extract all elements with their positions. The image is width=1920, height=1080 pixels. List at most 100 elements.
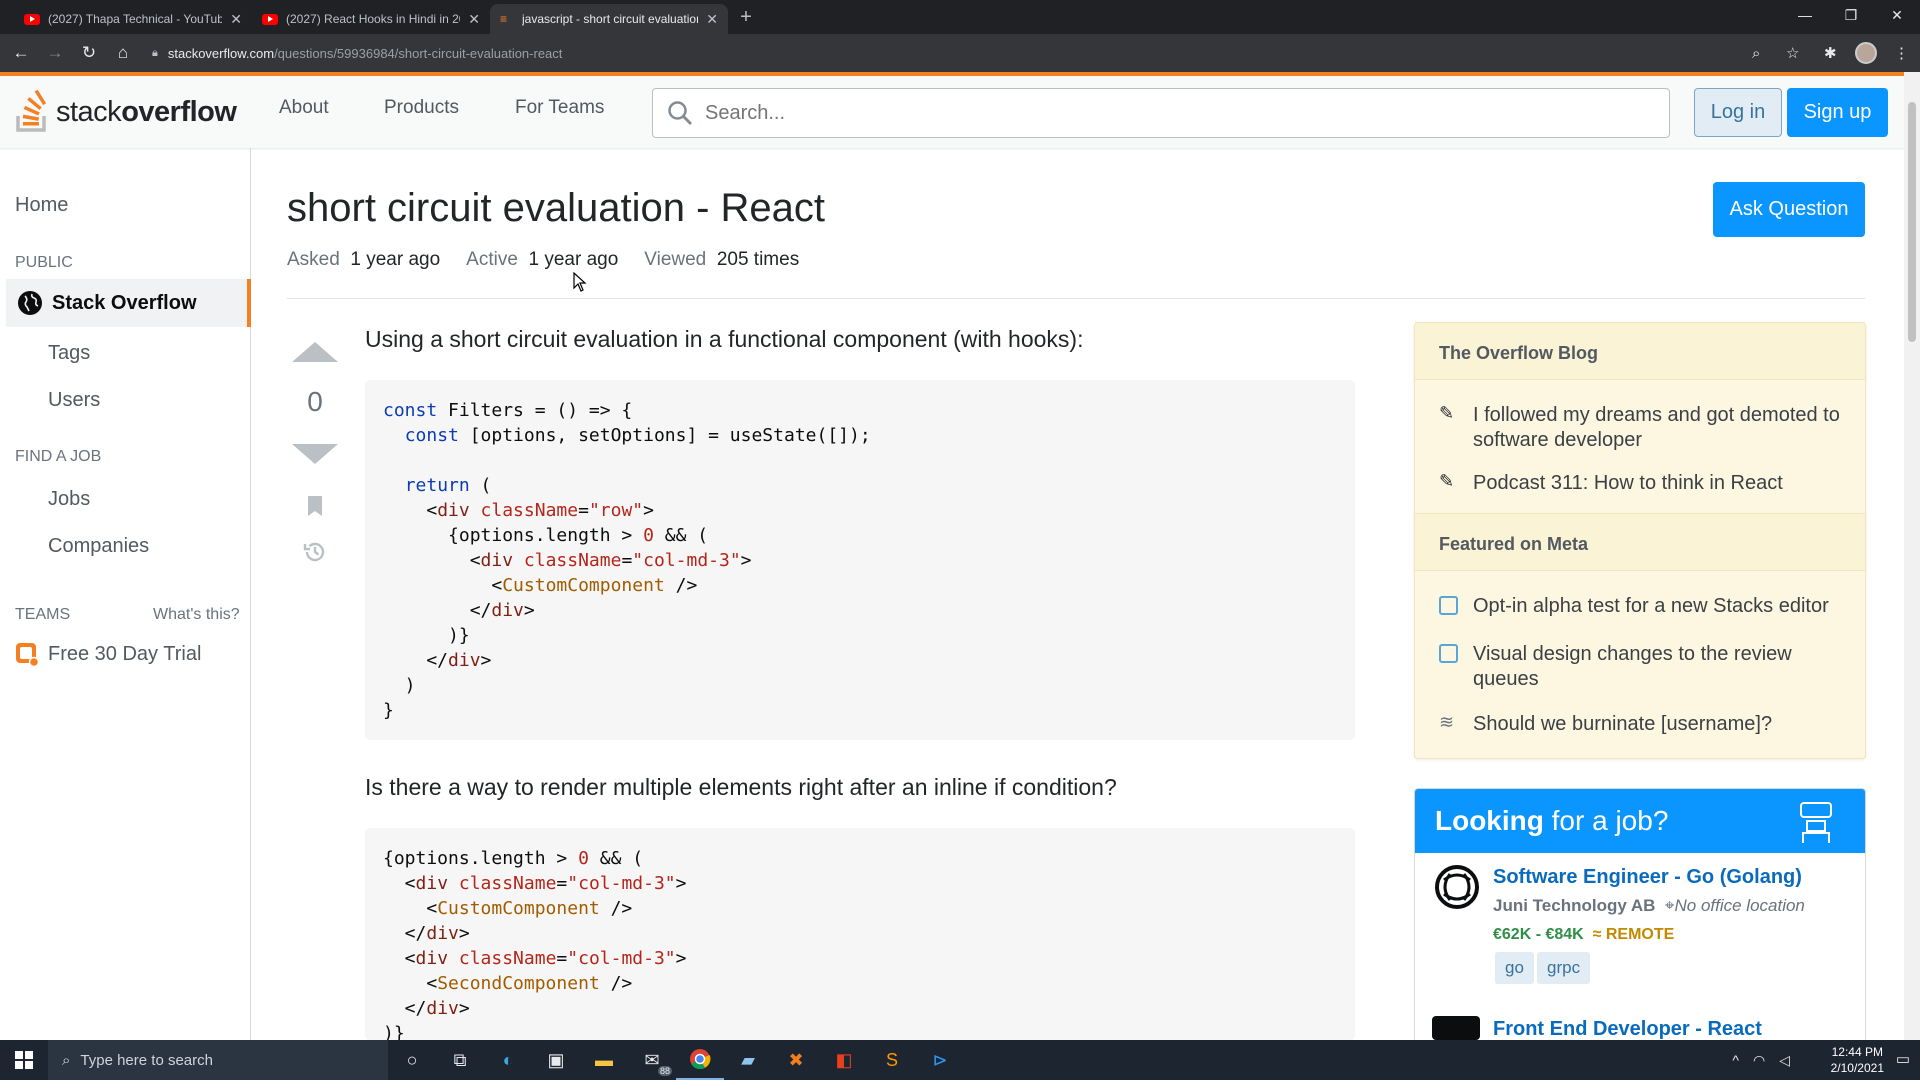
- bookmark-star-icon[interactable]: ☆: [1786, 34, 1799, 72]
- company-logo: [1432, 1016, 1480, 1040]
- windows-taskbar: ⌕ Type here to search ○ ⧉ ◐ ▣ ▬ ✉ 88 ▰ ✖ …: [0, 1040, 1920, 1080]
- history-icon[interactable]: [303, 540, 327, 564]
- blog-item[interactable]: I followed my dreams and got demoted to …: [1473, 403, 1843, 453]
- job-tag-go[interactable]: go: [1495, 952, 1534, 984]
- office-icon[interactable]: ◧: [820, 1040, 868, 1080]
- search-box[interactable]: [652, 88, 1670, 138]
- jobs-widget: Looking for a job?: [1414, 788, 1866, 1048]
- home-icon[interactable]: ⌂: [106, 43, 140, 63]
- browser-tab-3[interactable]: ≡ javascript - short circuit evaluation …: [490, 4, 728, 34]
- edge-icon[interactable]: ◐: [484, 1040, 532, 1080]
- browser-menu-icon[interactable]: ⋮: [1894, 34, 1909, 72]
- nav-products[interactable]: Products: [384, 97, 459, 119]
- browser-tab-2[interactable]: (2027) React Hooks in Hindi in 2021 ✕: [252, 4, 490, 34]
- lock-icon: 🔒︎: [152, 46, 158, 59]
- sublime-icon[interactable]: S: [868, 1040, 916, 1080]
- sidebar-item-home[interactable]: Home: [15, 194, 68, 217]
- notifications-icon[interactable]: ▭: [1896, 1050, 1910, 1068]
- notepad-icon[interactable]: ▰: [724, 1040, 772, 1080]
- restore-icon[interactable]: ❐: [1828, 0, 1874, 30]
- signup-button[interactable]: Sign up: [1787, 88, 1888, 137]
- tray-chevron-icon[interactable]: ^: [1732, 1052, 1739, 1068]
- downvote-icon[interactable]: [290, 442, 340, 466]
- stackoverflow-logo-icon: [14, 89, 50, 134]
- extensions-icon[interactable]: ✱: [1824, 34, 1837, 72]
- profile-avatar[interactable]: [1855, 34, 1877, 72]
- cortana-icon[interactable]: ○: [388, 1040, 436, 1080]
- windows-start-icon[interactable]: [0, 1040, 48, 1080]
- chrome-icon[interactable]: [676, 1040, 724, 1080]
- globe-icon: [18, 291, 42, 315]
- whats-this-link[interactable]: What's this?: [153, 606, 240, 624]
- back-icon[interactable]: ←: [4, 43, 38, 63]
- sidebar-item-companies[interactable]: Companies: [48, 535, 149, 558]
- url-path: /questions/59936984/short-circuit-evalua…: [274, 45, 563, 61]
- job-salary: €62K - €84K ≈ REMOTE: [1493, 926, 1675, 943]
- taskbar-clock[interactable]: 12:44 PM 2/10/2021: [1831, 1044, 1884, 1076]
- blog-item[interactable]: Podcast 311: How to think in React: [1473, 471, 1843, 496]
- meta-item[interactable]: Visual design changes to the review queu…: [1473, 642, 1843, 692]
- meta-item[interactable]: Should we burninate [username]?: [1473, 712, 1843, 737]
- question-title[interactable]: short circuit evaluation - React: [287, 186, 825, 231]
- mail-icon[interactable]: ✉ 88: [628, 1040, 676, 1080]
- close-tab-icon[interactable]: ✕: [230, 11, 242, 28]
- forward-icon[interactable]: →: [38, 43, 72, 63]
- reload-icon[interactable]: ↻: [72, 43, 106, 63]
- sidebar-heading-teams: TEAMS: [15, 606, 71, 623]
- left-sidebar: Home PUBLIC Stack Overflow Tags Users FI…: [0, 148, 251, 1040]
- sidebar-item-jobs[interactable]: Jobs: [48, 488, 90, 511]
- viewed-info: Viewed 205 times: [644, 249, 800, 270]
- sidebar-item-label: Stack Overflow: [52, 291, 197, 314]
- task-view-icon[interactable]: ⧉: [436, 1040, 484, 1080]
- stackoverflow-logo[interactable]: stackoverflow: [14, 86, 237, 138]
- new-tab-icon[interactable]: +: [728, 6, 764, 29]
- close-tab-icon[interactable]: ✕: [468, 11, 480, 28]
- nav-about[interactable]: About: [279, 97, 329, 119]
- job-title-link[interactable]: Front End Developer - React: [1493, 1018, 1762, 1041]
- job-tag-grpc[interactable]: grpc: [1537, 952, 1591, 984]
- bookmark-icon[interactable]: [305, 494, 325, 518]
- meta-item[interactable]: Opt-in alpha test for a new Stacks edito…: [1473, 594, 1843, 619]
- tab-title: (2027) Thapa Technical - YouTube: [48, 12, 223, 26]
- question-followup: Is there a way to render multiple elemen…: [365, 774, 1117, 800]
- xampp-icon[interactable]: ✖: [772, 1040, 820, 1080]
- tab-title: javascript - short circuit evaluation: [522, 12, 699, 26]
- stack-exchange-icon: ≋: [1439, 712, 1455, 732]
- header-divider: [287, 298, 1865, 299]
- vscode-icon[interactable]: ⊳: [916, 1040, 964, 1080]
- question-meta: Asked 1 year ago Active 1 year ago Viewe…: [287, 249, 799, 271]
- file-explorer-icon[interactable]: ▬: [580, 1040, 628, 1080]
- jobs-heading: Looking for a job?: [1415, 789, 1865, 853]
- clock-time: 12:44 PM: [1831, 1045, 1883, 1059]
- vote-count: 0: [307, 386, 323, 417]
- upvote-icon[interactable]: [290, 340, 340, 364]
- meta-checkbox-icon: [1439, 644, 1458, 663]
- search-input[interactable]: [705, 101, 1669, 125]
- search-icon: [667, 100, 693, 126]
- taskbar-search[interactable]: ⌕ Type here to search: [48, 1040, 388, 1080]
- ask-question-button[interactable]: Ask Question: [1713, 182, 1865, 237]
- job-title-link[interactable]: Software Engineer - Go (Golang): [1493, 866, 1802, 889]
- free-trial-link[interactable]: Free 30 Day Trial: [15, 642, 201, 668]
- address-bar[interactable]: 🔒︎ stackoverflow.com/questions/59936984/…: [140, 39, 1770, 67]
- clock-date: 2/10/2021: [1830, 1061, 1884, 1075]
- zoom-icon[interactable]: ⌕: [1752, 34, 1760, 72]
- volume-icon[interactable]: ◁: [1779, 1052, 1790, 1069]
- system-tray: ^ ◠ ◁: [1732, 1040, 1790, 1080]
- network-icon[interactable]: ◠: [1753, 1052, 1765, 1069]
- minimize-icon[interactable]: —: [1782, 0, 1828, 30]
- page-scrollbar[interactable]: [1904, 72, 1920, 1040]
- sidebar-item-stack-overflow[interactable]: Stack Overflow: [6, 279, 251, 327]
- scrollbar-thumb[interactable]: [1908, 102, 1916, 342]
- login-button[interactable]: Log in: [1694, 88, 1782, 137]
- nav-for-teams[interactable]: For Teams: [515, 97, 604, 119]
- close-tab-icon[interactable]: ✕: [706, 11, 718, 28]
- sidebar-item-users[interactable]: Users: [48, 389, 100, 412]
- url-host: stackoverflow.com: [167, 45, 275, 61]
- browser-toolbar: ← → ↻ ⌂ 🔒︎ stackoverflow.com/questions/5…: [0, 34, 1920, 72]
- code-block-2: {options.length > 0 && ( <div className=…: [365, 828, 1355, 1040]
- store-icon[interactable]: ▣: [532, 1040, 580, 1080]
- browser-tab-1[interactable]: (2027) Thapa Technical - YouTube ✕: [14, 4, 252, 34]
- sidebar-item-tags[interactable]: Tags: [48, 342, 90, 365]
- close-window-icon[interactable]: ✕: [1874, 0, 1920, 30]
